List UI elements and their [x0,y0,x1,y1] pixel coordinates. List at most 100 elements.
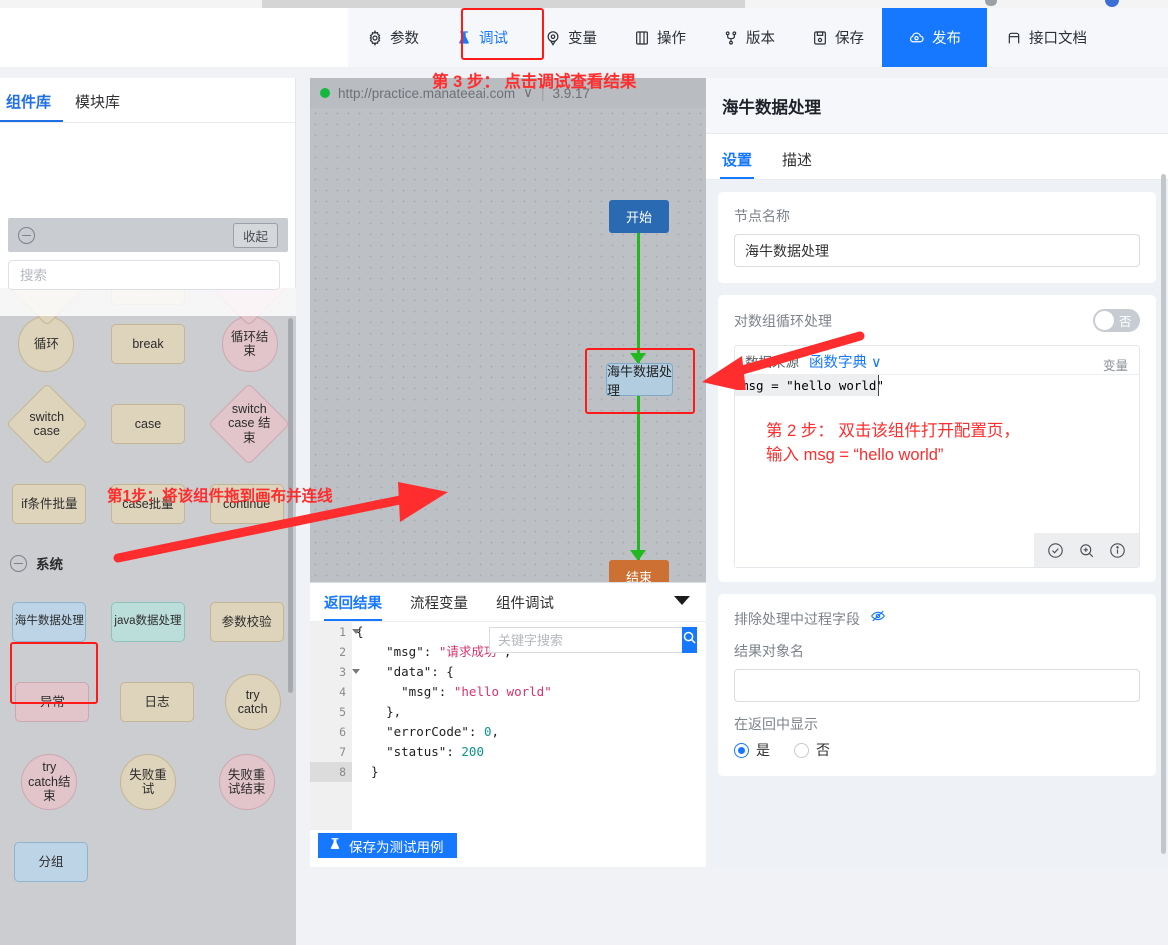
tab-module-library[interactable]: 模块库 [63,91,132,122]
component-java-data-process[interactable]: java数据处理 [110,602,185,642]
toolbar-item-debug[interactable]: 调试 [437,8,526,67]
collapse-all-icon[interactable] [18,226,35,244]
toolbar-item-variables[interactable]: 变量 [526,8,615,67]
radio-label: 否 [816,742,830,758]
eye-off-icon[interactable] [870,608,886,629]
component-break[interactable]: break [110,324,185,364]
gutter-line: 2 [310,642,352,662]
keyword-search-input[interactable] [489,627,682,653]
node-name-input[interactable] [734,234,1140,267]
component-try-catch-end[interactable]: try catch结束 [21,754,78,810]
component-label: 失败重试结束 [227,767,266,796]
component-case-batch[interactable]: case批量 [110,484,185,524]
component-manatee-data-process[interactable]: 海牛数据处理 [12,602,87,642]
toolbar-item-operations[interactable]: 操作 [615,8,704,67]
tab-flow-variables[interactable]: 流程变量 [410,583,468,621]
component-switch-case-end[interactable]: switch case 结束 [208,382,291,466]
component-label: switch case 结束 [228,402,271,446]
toolbar-item-save[interactable]: 保存 [793,8,882,67]
node-config-panel: 海牛数据处理 设置 描述 节点名称 对数组循环处理 否 数据来源 函数字典 ∨ … [706,78,1168,867]
radio-no[interactable]: 否 [794,740,830,760]
group-header-system[interactable]: 系统 [0,544,296,582]
radio-dot-icon [794,742,809,758]
component-loop-end[interactable]: 循环结束 [221,316,278,372]
component-log[interactable]: 日志 [119,682,194,722]
component-if-condition[interactable]: if条件 [110,288,185,305]
info-circle-icon[interactable] [1109,542,1126,559]
top-toolbar: 参数 调试 变量 操作 版本 保存 发布 接口文档 [0,8,1168,67]
config-panel-scrollbar[interactable] [1161,174,1166,854]
component-label: 异常 [39,694,65,709]
search-input[interactable] [8,260,280,290]
radio-yes[interactable]: 是 [734,740,770,760]
panel-icon [633,29,650,46]
flask-icon [455,29,472,46]
function-dictionary-link[interactable]: 函数字典 ∨ [809,351,882,372]
component-exception[interactable]: 异常 [15,682,90,722]
json-value-data-msg: hello world [461,684,545,699]
gutter-line: 6 [310,722,352,742]
toggle-knob [1095,311,1114,330]
component-label: 参数校验 [221,614,272,629]
library-scrollbar[interactable] [288,318,293,693]
script-editor: 数据来源 函数字典 ∨ 变量 msg = "hello world" [734,345,1140,568]
flow-edge-start-to-process [637,233,640,363]
toolbar-blank-area [0,8,348,67]
tab-component-debug[interactable]: 组件调试 [496,583,554,621]
component-param-validate[interactable]: 参数校验 [209,602,284,642]
component-try-catch[interactable]: try catch [224,674,281,730]
toolbar-item-publish[interactable]: 发布 [882,8,987,67]
component-label: case批量 [122,496,174,511]
component-group[interactable]: 分组 [14,842,88,882]
toolbar-item-label: 调试 [479,31,508,47]
tab-component-library[interactable]: 组件库 [0,91,64,122]
tab-return-result[interactable]: 返回结果 [324,583,382,621]
component-continue[interactable]: continue [209,484,284,524]
loop-toggle[interactable]: 否 [1093,309,1140,332]
component-switch-case[interactable]: switch case [5,382,88,466]
zoom-in-icon[interactable] [1078,542,1095,559]
browser-tab-left[interactable] [0,0,262,8]
component-case[interactable]: case [110,404,185,444]
code-line: "msg": "hello world" [401,684,552,699]
flow-node-start[interactable]: 开始 [609,200,669,233]
collapse-button[interactable]: 收起 [232,222,278,248]
exclude-fields-label: 排除处理中过程字段 [734,610,860,627]
result-object-input[interactable] [734,669,1140,702]
save-disk-icon [811,29,828,46]
code-line: } [356,764,379,779]
flow-canvas-panel: http://practice.manateeai.com ∨ | 3.9.17… [310,78,706,593]
search-icon [682,630,697,650]
component-scroll-area[interactable]: if else if条件 结束 循环 break 循环结束 switch cas… [0,288,296,945]
env-url[interactable]: http://practice.manateeai.com [338,86,515,101]
flow-canvas-grid[interactable]: 开始 海牛数据处理 结束 [310,108,706,593]
toolbar-item-params[interactable]: 参数 [348,8,437,67]
toolbar-item-version[interactable]: 版本 [704,8,793,67]
save-as-test-case-button[interactable]: 保存为测试用例 [318,833,457,858]
branch-icon [722,29,739,46]
component-label: 失败重试 [129,767,167,796]
component-row: switch case case switch case 结束 [0,382,296,466]
tab-settings[interactable]: 设置 [719,149,755,179]
show-in-return-radio-group: 是 否 [734,740,1140,760]
chevron-down-icon[interactable] [674,596,690,605]
json-result-code[interactable]: { "msg": "请求成功", "data": { "msg": "hello… [356,622,706,830]
toolbar-item-label: 发布 [932,31,961,47]
component-if-condition-batch[interactable]: if条件批量 [12,484,87,524]
gutter-line: 5 [310,702,352,722]
toolbar-item-label: 参数 [390,31,419,47]
editor-body[interactable]: msg = "hello world" [735,374,1139,567]
component-retry-on-failure[interactable]: 失败重试 [119,754,176,810]
tab-description[interactable]: 描述 [782,149,812,179]
loop-label: 对数组循环处理 [734,312,832,329]
search-button[interactable] [682,627,697,653]
node-name-label: 节点名称 [734,208,790,224]
component-row: if条件批量 case批量 continue [0,464,296,544]
line-number: 2 [339,645,346,659]
result-object-label: 结果对象名 [734,643,804,659]
component-retry-on-failure-end[interactable]: 失败重试结束 [218,754,275,810]
component-label: continue [223,496,271,511]
chevron-down-icon[interactable]: ∨ [523,85,533,101]
toolbar-item-api-doc[interactable]: 接口文档 [987,8,1105,67]
check-circle-icon[interactable] [1047,542,1064,559]
